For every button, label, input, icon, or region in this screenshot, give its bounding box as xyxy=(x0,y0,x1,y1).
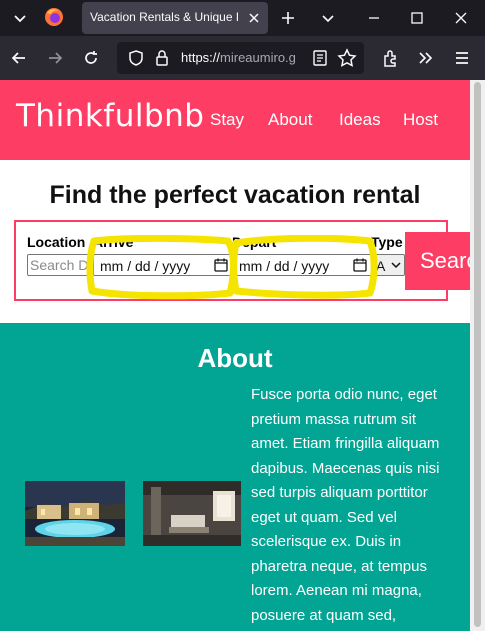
location-label: Location xyxy=(27,234,86,250)
calendar-icon[interactable] xyxy=(353,258,367,272)
close-icon[interactable] xyxy=(246,10,262,26)
menu-icon[interactable] xyxy=(452,48,472,68)
search-button-label: Search xyxy=(420,248,470,273)
browser-tab-bar: Vacation Rentals & Unique Homes xyxy=(0,0,485,36)
page-viewport: Thinkfulbnb Stay About Ideas Host Find t… xyxy=(0,80,470,631)
active-tab[interactable]: Vacation Rentals & Unique Homes xyxy=(82,2,268,34)
type-select[interactable]: A xyxy=(372,254,405,276)
back-arrow-icon[interactable] xyxy=(9,48,29,68)
chevron-down-icon[interactable] xyxy=(318,8,338,28)
nav-link-stay[interactable]: Stay xyxy=(210,110,244,130)
maximize-icon[interactable] xyxy=(407,8,427,28)
plus-icon[interactable] xyxy=(278,8,298,28)
about-title: About xyxy=(197,343,273,373)
page-scrollbar[interactable] xyxy=(470,80,485,631)
reader-view-icon[interactable] xyxy=(311,49,329,67)
arrive-date-value: mm / dd / yyyy xyxy=(100,258,191,274)
chevron-down-icon xyxy=(391,262,401,269)
arrive-label: Arrive xyxy=(93,234,134,250)
arrive-date-input[interactable]: mm / dd / yyyy xyxy=(93,254,233,276)
location-input[interactable] xyxy=(27,254,93,276)
forward-arrow-icon[interactable] xyxy=(45,48,65,68)
nav-link-ideas[interactable]: Ideas xyxy=(339,110,381,130)
loft-interior-photo xyxy=(143,481,241,546)
url-text: https://mireaumiro.g xyxy=(181,50,311,65)
browser-nav-bar: https://mireaumiro.g xyxy=(0,36,485,80)
shield-icon[interactable] xyxy=(127,49,145,67)
address-bar[interactable]: https://mireaumiro.g xyxy=(117,42,364,74)
depart-date-value: mm / dd / yyyy xyxy=(239,258,330,274)
lock-icon[interactable] xyxy=(153,49,171,67)
type-label: Type xyxy=(371,234,403,250)
url-scheme: https:// xyxy=(181,50,221,65)
extensions-icon[interactable] xyxy=(381,48,401,68)
nav-link-about[interactable]: About xyxy=(268,110,312,130)
overflow-icon[interactable] xyxy=(416,48,436,68)
depart-label: Depart xyxy=(232,234,277,250)
nav-link-host[interactable]: Host xyxy=(403,110,438,130)
site-logo[interactable]: Thinkfulbnb xyxy=(16,98,204,134)
firefox-logo-icon xyxy=(45,8,63,26)
about-paragraph: Fusce porta odio nunc, eget pretium mass… xyxy=(251,386,440,624)
villa-pool-photo xyxy=(25,481,125,546)
search-form: Location Arrive mm / dd / yyyy Depart mm… xyxy=(14,220,448,301)
about-section: About Fusce porta odio nunc, eget pretiu xyxy=(0,323,470,631)
chevron-down-icon[interactable] xyxy=(10,8,30,28)
url-host: mireaumiro.g xyxy=(220,50,296,65)
type-select-value: A xyxy=(376,258,386,274)
search-button[interactable]: Search xyxy=(405,232,470,290)
close-icon[interactable] xyxy=(451,8,471,28)
minimize-icon[interactable] xyxy=(364,8,384,28)
search-title: Find the perfect vacation rental xyxy=(49,181,421,209)
depart-date-input[interactable]: mm / dd / yyyy xyxy=(232,254,372,276)
bookmark-star-icon[interactable] xyxy=(337,48,357,68)
reload-icon[interactable] xyxy=(81,48,101,68)
calendar-icon[interactable] xyxy=(214,258,228,272)
scrollbar-thumb[interactable] xyxy=(474,82,481,627)
tab-title: Vacation Rentals & Unique Homes xyxy=(90,10,238,24)
site-header: Thinkfulbnb Stay About Ideas Host xyxy=(0,80,470,160)
